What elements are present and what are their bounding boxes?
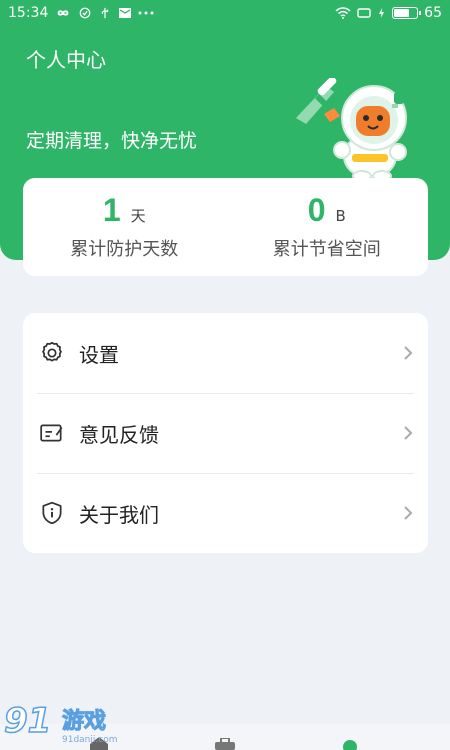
menu-card: 设置 意见反馈 关于我们	[23, 313, 428, 553]
chevron-right-icon	[404, 346, 413, 360]
wifi-icon	[335, 7, 351, 19]
more-icon	[138, 11, 154, 15]
check-circle-icon	[80, 7, 91, 19]
screen-icon	[357, 8, 371, 18]
watermark-brand: 游戏	[62, 708, 106, 734]
stat-value: 0	[307, 192, 326, 228]
battery-icon	[392, 7, 422, 19]
stat-saved-space: 0 B 累计节省空间	[226, 178, 429, 276]
page-title: 个人中心	[26, 48, 106, 72]
watermark-site: 91danji.com	[62, 735, 117, 745]
status-time: 15:34	[8, 5, 49, 21]
menu-item-feedback[interactable]: 意见反馈	[23, 393, 428, 473]
menu-item-about[interactable]: 关于我们	[23, 473, 428, 553]
menu-item-label: 关于我们	[79, 502, 159, 527]
site-watermark-logo: 91 游戏 91danji.com	[4, 700, 117, 745]
stat-unit: 天	[130, 207, 146, 225]
battery-level: 65	[424, 5, 442, 21]
charging-icon	[379, 7, 385, 19]
astronaut-mascot-illustration	[296, 78, 407, 182]
feedback-icon	[39, 420, 65, 446]
usb-icon	[102, 7, 109, 19]
status-bar: 15:34 65	[0, 0, 450, 26]
menu-item-label: 意见反馈	[79, 422, 159, 447]
chevron-right-icon	[404, 426, 413, 440]
toolbox-icon[interactable]	[213, 738, 237, 750]
stat-value: 1	[102, 192, 121, 228]
stats-card: 1 天 累计防护天数 0 B 累计节省空间	[23, 178, 428, 276]
menu-item-label: 设置	[79, 342, 119, 367]
infinity-icon	[57, 10, 69, 16]
svg-text:91: 91	[4, 701, 51, 741]
profile-tab-icon[interactable]	[342, 738, 358, 750]
gear-icon	[39, 340, 65, 366]
mail-icon	[119, 8, 132, 18]
stat-label: 累计防护天数	[70, 239, 179, 260]
stat-unit: B	[335, 207, 346, 225]
stat-protection-days: 1 天 累计防护天数	[23, 178, 226, 276]
profile-header: 15:34 65 个人中心 定期清理，快净无忧 1 天 累计防护天数 0 B 累…	[0, 0, 450, 276]
chevron-right-icon	[404, 506, 413, 520]
shield-info-icon	[39, 500, 65, 526]
menu-item-settings[interactable]: 设置	[23, 313, 428, 393]
header-tagline: 定期清理，快净无忧	[26, 130, 198, 152]
stat-label: 累计节省空间	[272, 239, 381, 260]
